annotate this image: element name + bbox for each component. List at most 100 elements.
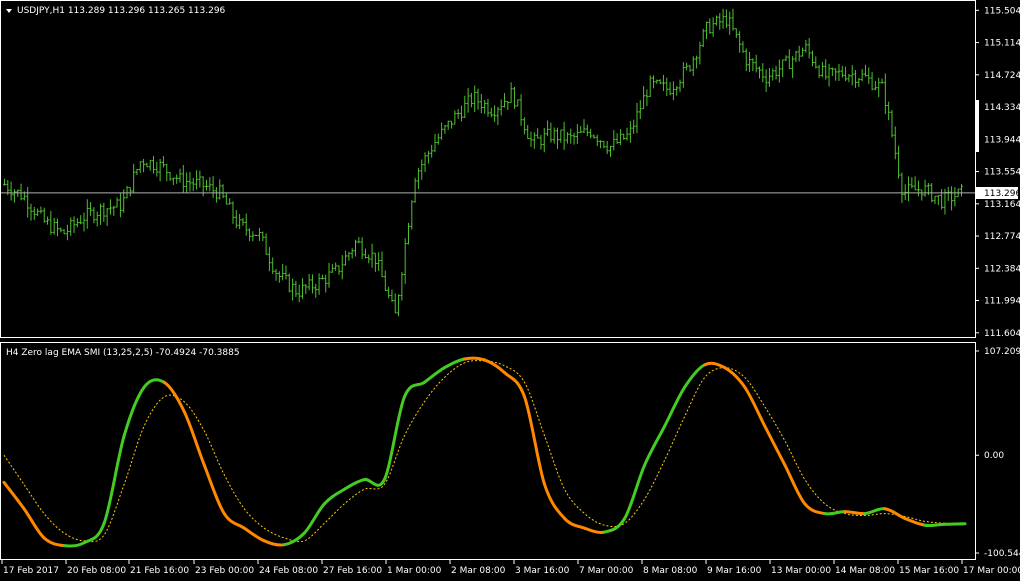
smi-line-segment xyxy=(703,361,727,370)
ohlc-bar xyxy=(642,86,646,110)
ohlc-bar xyxy=(599,140,603,149)
smi-line-segment xyxy=(563,516,587,530)
ohlc-bar xyxy=(373,252,377,272)
ohlc-bar xyxy=(496,106,500,126)
ohlc-bar xyxy=(701,28,705,48)
ohlc-bar xyxy=(645,89,649,107)
ohlc-bar xyxy=(804,39,808,53)
ohlc-bar xyxy=(791,56,795,79)
ohlc-bar xyxy=(360,237,364,260)
ohlc-bar xyxy=(99,203,103,225)
ohlc-bar xyxy=(115,197,119,208)
ohlc-bar xyxy=(327,262,331,288)
ohlc-bar xyxy=(59,227,63,233)
ohlc-bar xyxy=(443,124,447,134)
ohlc-bar xyxy=(771,68,775,81)
indicator-tick-label: 0.00 xyxy=(984,451,1004,461)
ohlc-bar xyxy=(69,217,73,236)
ohlc-bar xyxy=(675,85,679,96)
ohlc-bar xyxy=(46,216,50,225)
ohlc-bar xyxy=(231,201,235,224)
smi-line-segment xyxy=(863,507,887,516)
ohlc-bar xyxy=(824,59,828,80)
ohlc-bar xyxy=(503,93,507,108)
smi-line-segment xyxy=(62,541,86,548)
ohlc-bar xyxy=(728,11,732,35)
ohlc-bar xyxy=(125,185,129,199)
smi-line-segment xyxy=(462,356,486,362)
smi-line-segment xyxy=(683,363,707,389)
ohlc-bar xyxy=(618,129,622,145)
ohlc-bar xyxy=(354,239,358,257)
ohlc-bar xyxy=(466,88,470,113)
ohlc-bar xyxy=(499,99,503,116)
smi-line-segment xyxy=(422,366,446,384)
price-tick-label: 114.724 xyxy=(984,71,1020,81)
ohlc-bar xyxy=(440,122,444,140)
ohlc-bar xyxy=(218,179,222,200)
indicator-panel-label: H4 Zero lag EMA SMI (13,25,2,5) -70.4924… xyxy=(6,348,240,358)
ohlc-bar xyxy=(880,78,884,84)
ohlc-bar xyxy=(423,152,427,172)
ohlc-bar xyxy=(897,145,901,179)
ohlc-bar xyxy=(834,68,838,81)
ohlc-bar xyxy=(264,233,268,255)
ohlc-bar xyxy=(698,41,702,65)
ohlc-bar xyxy=(310,274,314,294)
ohlc-bar xyxy=(552,127,556,144)
ohlc-bar xyxy=(724,9,728,28)
ohlc-bar xyxy=(814,56,818,69)
ohlc-bar xyxy=(406,222,410,245)
ohlc-bar xyxy=(248,228,252,242)
ohlc-bar xyxy=(403,238,407,284)
ohlc-bar xyxy=(784,55,788,62)
signal-line xyxy=(3,360,966,543)
ohlc-bar xyxy=(330,263,334,273)
ohlc-bar xyxy=(940,188,944,210)
ohlc-bar xyxy=(953,187,957,207)
ohlc-bar xyxy=(317,273,321,295)
smi-line-segment xyxy=(743,385,767,428)
smi-line-segment xyxy=(162,380,186,413)
ohlc-bar xyxy=(344,250,348,266)
ohlc-bar xyxy=(529,131,533,147)
ohlc-bar xyxy=(52,217,56,235)
ohlc-bar xyxy=(208,177,212,192)
ohlc-bar xyxy=(758,66,762,79)
ohlc-bar xyxy=(741,41,745,53)
ohlc-bar xyxy=(430,144,434,158)
smi-line-segment xyxy=(202,463,226,516)
ohlc-bar xyxy=(347,251,351,261)
ohlc-bar xyxy=(85,199,89,229)
ohlc-bar xyxy=(42,207,46,223)
ohlc-bar xyxy=(267,247,271,272)
ohlc-bar xyxy=(797,45,801,62)
ohlc-bar xyxy=(456,109,460,120)
smi-line-segment xyxy=(923,522,947,528)
ohlc-bar xyxy=(82,212,86,232)
ohlc-bar xyxy=(416,167,420,190)
smi-line-segment xyxy=(843,510,867,516)
smi-line-segment xyxy=(803,502,827,516)
ohlc-bar xyxy=(509,82,513,104)
ohlc-bar xyxy=(738,31,742,53)
ohlc-bar xyxy=(238,213,242,230)
ohlc-bar xyxy=(493,105,497,122)
smi-line-segment xyxy=(22,507,46,540)
ohlc-bar xyxy=(542,128,546,153)
ohlc-bar xyxy=(3,178,6,186)
ohlc-bar xyxy=(751,58,755,72)
ohlc-bar xyxy=(108,199,112,215)
ohlc-bar xyxy=(89,202,93,216)
ohlc-bar xyxy=(807,38,811,59)
ohlc-bar xyxy=(363,248,367,259)
time-tick-label: 27 Feb 16:00 xyxy=(323,566,382,576)
dropdown-triangle-icon[interactable] xyxy=(6,9,12,13)
time-tick-label: 7 Mar 00:00 xyxy=(579,566,634,576)
time-tick-label: 2 Mar 08:00 xyxy=(451,566,506,576)
smi-line-segment xyxy=(2,480,26,511)
smi-line-segment xyxy=(302,502,326,535)
trading-chart[interactable]: 115.504 115.114 114.724 114.334 113.944 113.5… xyxy=(0,0,1020,581)
ohlc-bar xyxy=(910,177,914,189)
ohlc-bar xyxy=(251,231,255,242)
